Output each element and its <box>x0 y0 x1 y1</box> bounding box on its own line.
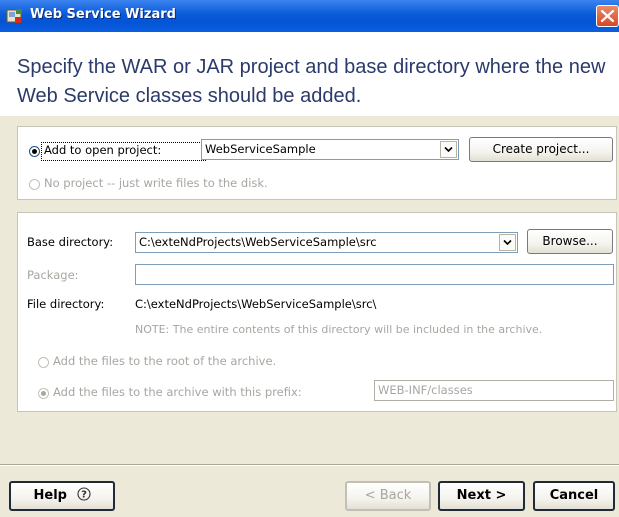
archive-note: NOTE: The entire contents of this direct… <box>135 323 543 336</box>
package-input[interactable] <box>135 264 614 285</box>
no-project-label[interactable]: No project -- just write files to the di… <box>44 176 268 190</box>
wizard-app-icon <box>6 9 22 23</box>
base-directory-dropdown[interactable] <box>499 234 516 251</box>
cancel-button-label: Cancel <box>549 488 599 503</box>
footer-separator <box>0 464 619 466</box>
root-archive-label[interactable]: Add the files to the root of the archive… <box>53 354 276 368</box>
root-archive-radio[interactable] <box>38 357 49 368</box>
file-directory-value: C:\exteNdProjects\WebServiceSample\src\ <box>135 297 377 311</box>
prefix-archive-label[interactable]: Add the files to the archive with this p… <box>53 385 302 399</box>
base-directory-value: C:\exteNdProjects\WebServiceSample\src <box>139 235 377 249</box>
browse-button[interactable]: Browse... <box>527 229 613 254</box>
help-button[interactable]: Help ? <box>9 481 115 511</box>
base-directory-label: Base directory: <box>27 235 114 249</box>
prefix-value: WEB-INF/classes <box>378 383 473 397</box>
file-directory-label: File directory: <box>27 297 105 311</box>
page-heading: Specify the WAR or JAR project and base … <box>17 56 606 107</box>
directory-panel: Base directory: C:\exteNdProjects\WebSer… <box>17 212 617 412</box>
svg-text:?: ? <box>81 490 87 501</box>
chevron-down-icon <box>503 239 512 246</box>
prefix-input[interactable]: WEB-INF/classes <box>374 380 614 401</box>
chevron-down-icon <box>444 146 453 153</box>
browse-button-label: Browse... <box>542 234 598 248</box>
project-combo-dropdown[interactable] <box>440 141 457 158</box>
cancel-button[interactable]: Cancel <box>533 481 615 511</box>
window-title: Web Service Wizard <box>30 7 176 22</box>
add-to-project-label[interactable]: Add to open project: <box>44 143 161 157</box>
question-circle-icon: ? <box>76 487 91 501</box>
add-to-project-radio[interactable] <box>29 146 40 157</box>
base-directory-combo[interactable]: C:\exteNdProjects\WebServiceSample\src <box>135 232 518 253</box>
create-project-button-label: Create project... <box>492 142 590 156</box>
prefix-archive-radio[interactable] <box>38 388 49 399</box>
create-project-button[interactable]: Create project... <box>469 137 613 162</box>
close-button[interactable] <box>596 5 619 27</box>
back-button-label: < Back <box>364 488 412 503</box>
no-project-radio[interactable] <box>29 179 40 190</box>
title-bar: Web Service Wizard <box>0 0 619 32</box>
next-button[interactable]: Next > <box>438 481 525 511</box>
back-button[interactable]: < Back <box>345 481 431 511</box>
close-icon <box>601 10 614 22</box>
next-button-label: Next > <box>456 488 507 503</box>
help-button-label: Help <box>33 488 67 503</box>
project-combo[interactable]: WebServiceSample <box>201 139 459 160</box>
project-combo-value: WebServiceSample <box>205 142 316 156</box>
project-panel: Add to open project: WebServiceSample Cr… <box>17 126 617 200</box>
package-label: Package: <box>27 268 79 282</box>
